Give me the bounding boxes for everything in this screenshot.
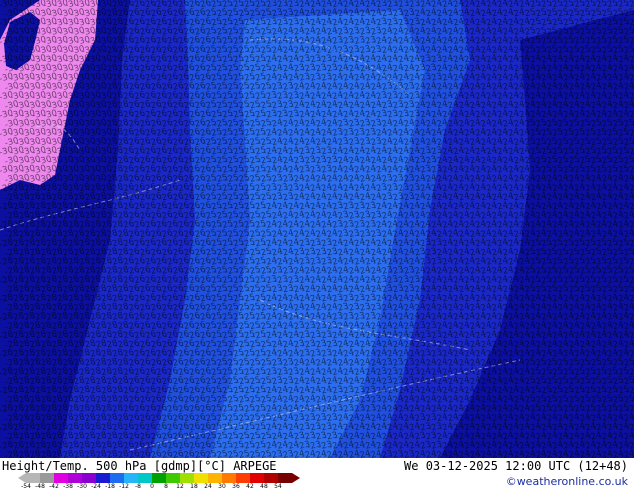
legend-swatch	[40, 473, 54, 483]
forecast-datetime: We 03-12-2025 12:00 UTC (12+48)	[404, 459, 628, 473]
legend-tick-label: -48	[35, 483, 45, 490]
legend-tick-label: 12	[176, 483, 184, 490]
legend-right-arrow	[292, 473, 300, 483]
legend-tick-label: 54	[274, 483, 282, 490]
legend-tick-label: 8	[164, 483, 168, 490]
legend-swatch	[124, 473, 138, 483]
weather-map[interactable]: -30-30-30-30-30-30-30-30-30-30-28-26-26-…	[0, 0, 634, 458]
legend-swatch	[236, 473, 250, 483]
legend-tick-label: 42	[246, 483, 254, 490]
legend-swatch	[138, 473, 152, 483]
legend-swatch	[250, 473, 264, 483]
legend-swatch	[222, 473, 236, 483]
legend-swatch	[264, 473, 278, 483]
legend-swatch	[278, 473, 292, 483]
legend-swatch	[68, 473, 82, 483]
legend-tick-label: -12	[119, 483, 129, 490]
map-footer: Height/Temp. 500 hPa [gdmp][°C] ARPEGE W…	[0, 458, 634, 490]
legend-tick-label: 18	[190, 483, 198, 490]
legend-tick-label: -18	[105, 483, 115, 490]
legend-swatch	[110, 473, 124, 483]
temperature-labels: -30-30-30-30-30-30-30-30-30-30-28-26-26-…	[0, 0, 634, 458]
legend-tick-label: 48	[260, 483, 268, 490]
legend-tick-label: -8	[135, 483, 141, 490]
map-canvas: -30-30-30-30-30-30-30-30-30-30-28-26-26-…	[0, 0, 634, 458]
legend-swatch	[96, 473, 110, 483]
legend-swatch	[152, 473, 166, 483]
legend-swatch	[54, 473, 68, 483]
legend-swatch	[194, 473, 208, 483]
legend-tick-label: -38	[63, 483, 73, 490]
legend-swatch	[208, 473, 222, 483]
legend-tick-label: -24	[91, 483, 101, 490]
legend-tick-label: 0	[150, 483, 154, 490]
legend-swatch	[180, 473, 194, 483]
legend-tick-label: -54	[21, 483, 31, 490]
map-title: Height/Temp. 500 hPa [gdmp][°C] ARPEGE	[2, 459, 277, 473]
legend-tick-label: 24	[204, 483, 212, 490]
legend-tick-label: -42	[49, 483, 59, 490]
color-legend	[18, 473, 308, 483]
site-credit-link[interactable]: ©weatheronline.co.uk	[506, 475, 628, 488]
legend-tick-label: -30	[77, 483, 87, 490]
legend-swatch	[82, 473, 96, 483]
legend-tick-label: 30	[218, 483, 226, 490]
legend-tick-label: 36	[232, 483, 240, 490]
legend-swatch	[166, 473, 180, 483]
legend-left-arrow	[18, 473, 26, 483]
legend-swatch	[26, 473, 40, 483]
